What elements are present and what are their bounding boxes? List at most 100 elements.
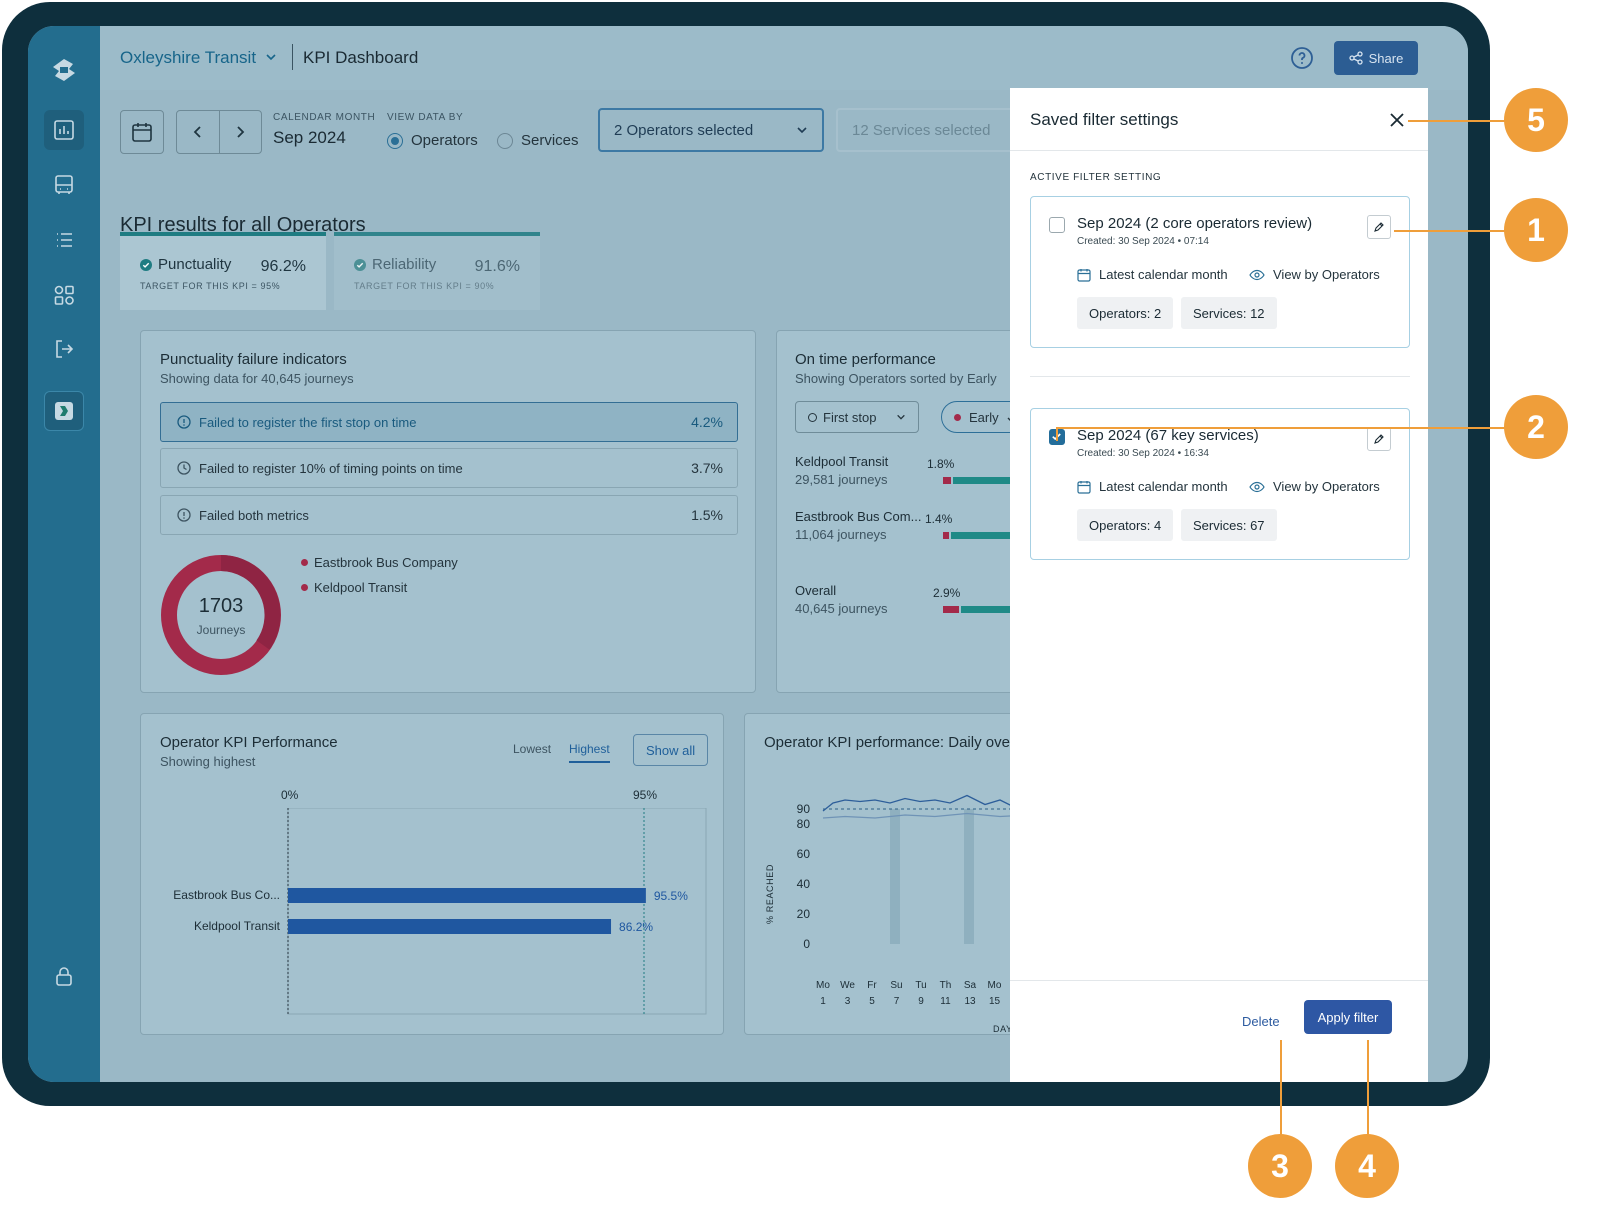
donut-label: Journeys xyxy=(196,623,246,637)
clock-icon xyxy=(177,461,191,475)
early-segment xyxy=(943,532,949,539)
operator-kpi-subtitle: Showing highest xyxy=(160,754,256,769)
operator-bar xyxy=(288,888,646,903)
brand-icon xyxy=(55,402,73,420)
calendar-button[interactable] xyxy=(120,110,164,154)
bus-icon xyxy=(55,175,73,194)
radio-operators-label: Operators xyxy=(411,132,478,149)
callout-connector xyxy=(1394,230,1506,232)
apply-filter-button[interactable]: Apply filter xyxy=(1304,1000,1392,1034)
sidebar-item-brand[interactable] xyxy=(44,391,84,431)
sidebar xyxy=(28,26,100,1082)
share-button[interactable]: Share xyxy=(1334,41,1418,75)
device-frame: Oxleyshire Transit KPI Dashboard Share C… xyxy=(2,2,1490,1106)
tab-punctuality-label: Punctuality xyxy=(158,256,232,273)
x-day-number-label: 13 xyxy=(964,996,976,1007)
logo-icon[interactable] xyxy=(44,50,84,90)
x-day-name-label: We xyxy=(840,980,855,991)
sidebar-item-list[interactable] xyxy=(44,220,84,260)
tab-reliability-value: 91.6% xyxy=(474,258,520,275)
failure-row-value: 3.7% xyxy=(691,460,723,476)
stop-marker-icon xyxy=(808,412,817,422)
sidebar-item-services[interactable] xyxy=(44,165,84,205)
failure-row-both[interactable]: Failed both metrics 1.5% xyxy=(160,495,738,535)
calendar-value: Sep 2024 xyxy=(273,128,346,147)
show-all-button[interactable]: Show all xyxy=(633,734,709,766)
setting-created: Created: 30 Sep 2024 • 07:14 xyxy=(1077,236,1209,247)
app-screen: Oxleyshire Transit KPI Dashboard Share C… xyxy=(28,26,1468,1082)
setting-period: Latest calendar month xyxy=(1077,479,1228,494)
toggle-highest[interactable]: Highest xyxy=(569,742,610,763)
legend-eastbrook: Eastbrook Bus Company xyxy=(301,555,458,570)
toggle-lowest[interactable]: Lowest xyxy=(513,742,551,756)
sidebar-item-dashboard[interactable] xyxy=(44,110,84,150)
org-name[interactable]: Oxleyshire Transit xyxy=(120,48,256,67)
radio-services-dot[interactable] xyxy=(497,132,513,149)
failure-row-timing-points[interactable]: Failed to register 10% of timing points … xyxy=(160,448,738,488)
y-tick-label: 40 xyxy=(797,877,811,891)
org-switcher[interactable]: Oxleyshire Transit xyxy=(120,48,277,68)
tab-punctuality[interactable]: Punctuality 96.2% TARGET FOR THIS KPI = … xyxy=(120,232,326,310)
stop-select[interactable]: First stop xyxy=(795,401,919,433)
tab-reliability[interactable]: Reliability 91.6% TARGET FOR THIS KPI = … xyxy=(334,232,540,310)
callout-connector xyxy=(1280,1040,1282,1136)
early-segment xyxy=(943,606,959,613)
x-day-number-label: 9 xyxy=(918,996,924,1007)
x-day-name-label: Fr xyxy=(867,980,877,991)
radio-services[interactable]: Services xyxy=(497,132,579,149)
operator-bar xyxy=(288,919,612,934)
chart-icon xyxy=(54,120,74,140)
legend-dot xyxy=(301,559,308,566)
bar-category-label: Keldpool Transit xyxy=(194,919,281,933)
early-dot xyxy=(954,413,961,421)
callout-connector xyxy=(1408,120,1506,122)
operators-select[interactable]: 2 Operators selected xyxy=(598,108,824,152)
radio-operators-dot[interactable] xyxy=(387,132,403,149)
callout-5: 5 xyxy=(1504,88,1568,152)
services-select-value: 12 Services selected xyxy=(852,121,991,139)
y-tick-label: 90 xyxy=(797,802,811,816)
y-tick-label: 80 xyxy=(797,817,811,831)
sidebar-item-export[interactable] xyxy=(44,329,84,369)
x-day-number-label: 5 xyxy=(869,996,875,1007)
logout-icon xyxy=(56,340,74,358)
operators-chip: Operators: 2 xyxy=(1077,297,1174,329)
x-day-name-label: Mo xyxy=(816,980,830,991)
services-select[interactable]: 12 Services selected xyxy=(836,108,1036,152)
callout-3: 3 xyxy=(1248,1134,1312,1198)
edit-setting-button[interactable] xyxy=(1367,215,1391,239)
sidebar-item-lock[interactable] xyxy=(44,956,84,996)
info-icon xyxy=(177,415,191,429)
failure-row-first-stop[interactable]: Failed to register the first stop on tim… xyxy=(160,402,738,442)
stop-select-value: First stop xyxy=(823,409,877,425)
sidebar-item-apps[interactable] xyxy=(44,275,84,315)
tab-reliability-label: Reliability xyxy=(372,256,437,273)
help-icon[interactable] xyxy=(1290,46,1314,70)
calendar-icon xyxy=(132,123,152,142)
x-day-name-label: Mo xyxy=(988,980,1002,991)
x-day-name-label: Th xyxy=(940,980,952,991)
x-day-name-label: Sa xyxy=(964,980,977,991)
x-day-number-label: 1 xyxy=(820,996,826,1007)
delete-button[interactable]: Delete xyxy=(1242,1004,1280,1038)
axis-start-label: 0% xyxy=(281,788,299,802)
edit-setting-button[interactable] xyxy=(1367,427,1391,451)
radio-operators[interactable]: Operators xyxy=(387,132,478,149)
otp-row-pct: 1.8% xyxy=(927,457,955,471)
next-month-button[interactable] xyxy=(220,111,262,153)
operator-kpi-title: Operator KPI Performance xyxy=(160,734,338,751)
tab-punctuality-value: 96.2% xyxy=(260,258,306,275)
view-by-label: VIEW DATA BY xyxy=(387,112,464,123)
eye-icon xyxy=(1249,481,1265,492)
active-filter-label: ACTIVE FILTER SETTING xyxy=(1030,172,1162,183)
chevron-down-icon xyxy=(797,127,807,134)
setting-checkbox[interactable] xyxy=(1049,217,1065,233)
daily-overview-title: Operator KPI performance: Daily ove xyxy=(764,734,1010,751)
x-day-number-label: 3 xyxy=(845,996,851,1007)
close-icon[interactable] xyxy=(1385,108,1409,132)
list-icon xyxy=(57,233,72,247)
prev-month-button[interactable] xyxy=(177,111,220,153)
y-tick-label: 0 xyxy=(803,937,810,951)
plot-frame xyxy=(287,808,707,1015)
operators-select-value: 2 Operators selected xyxy=(614,121,754,139)
